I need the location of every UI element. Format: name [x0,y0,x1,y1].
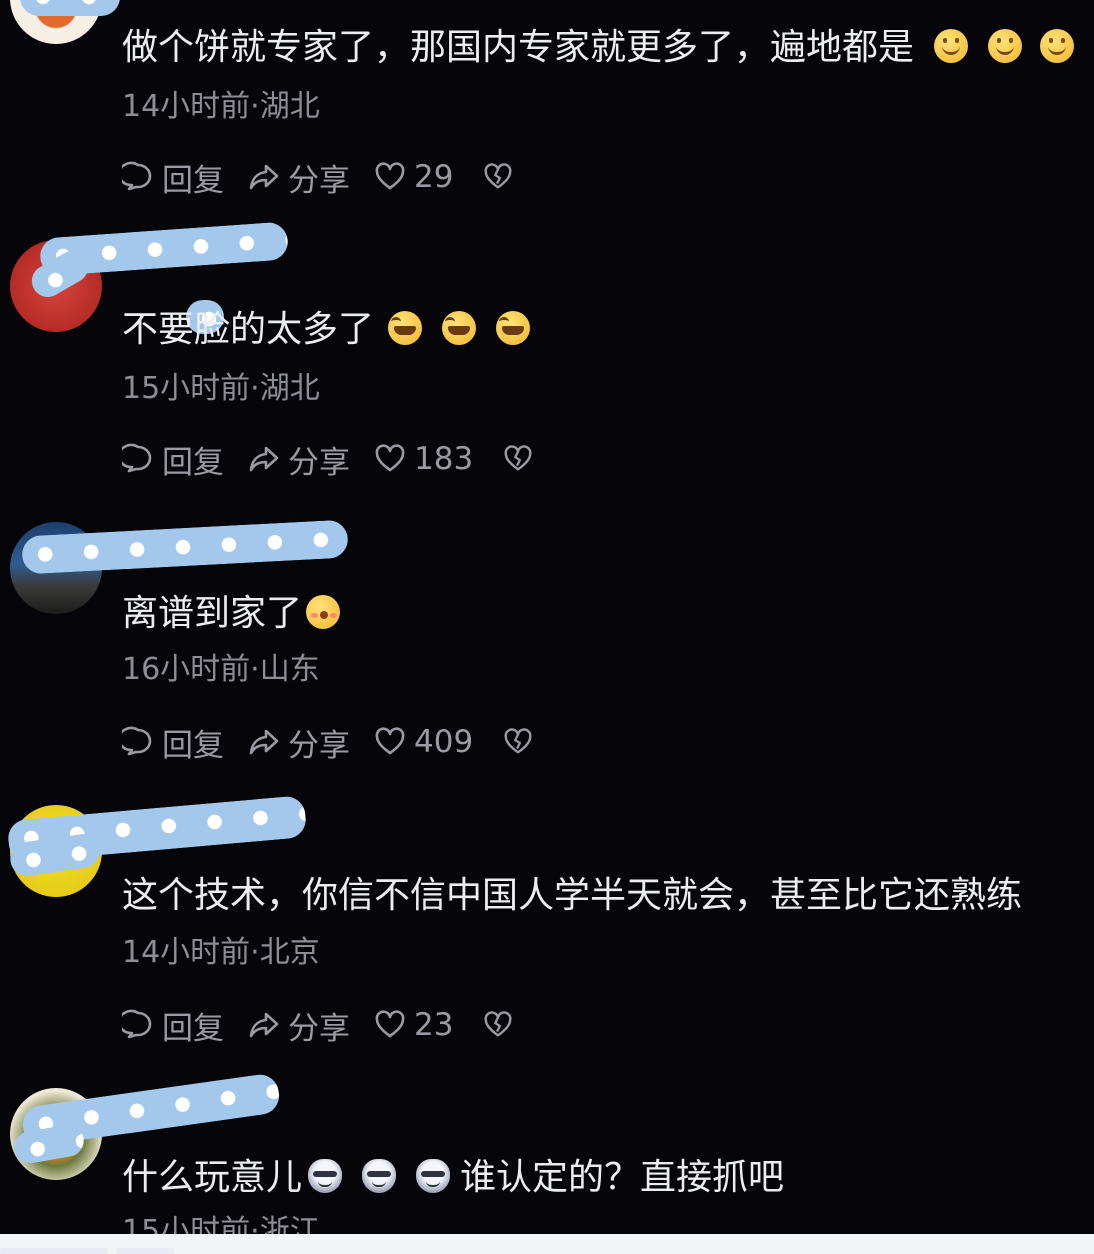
heart-outline-icon [375,1010,405,1038]
share-button[interactable]: 分享 [248,437,350,482]
dislike-button[interactable] [483,1010,513,1040]
cat-emoji-icon [416,1159,451,1193]
heart-outline-icon [375,444,405,472]
cat-emoji-icon [362,1159,397,1193]
comment-text: 做个饼就专家了，那国内专家就更多了，遍地都是 [122,26,1075,70]
bottom-tab [0,1248,108,1254]
comment-actions: 回复 分享 183 [122,437,557,482]
comment-meta: 16小时前·山东 [122,652,320,687]
comment-list: 做个饼就专家了，那国内专家就更多了，遍地都是 14小时前·湖北 回复 分享 29 [0,0,1094,1234]
broken-heart-icon [504,728,532,754]
comment-text: 离谱到家了 [122,592,341,636]
share-arrow-icon [249,164,279,190]
dislike-button[interactable] [503,727,533,757]
comment-meta: 15小时前·湖北 [122,371,320,406]
comment-meta: 14小时前·北京 [122,935,320,970]
dislike-button[interactable] [503,444,533,474]
share-button[interactable]: 分享 [248,155,350,200]
like-button[interactable]: 29 [374,159,453,195]
broken-heart-icon [504,445,532,471]
share-button[interactable]: 分享 [248,720,350,765]
smile-emoji-icon [988,29,1023,63]
crying-emoji-icon [388,311,423,345]
kissing-emoji-icon [306,595,341,629]
like-button[interactable]: 183 [374,441,473,477]
crying-emoji-icon [496,311,531,345]
heart-outline-icon [375,727,405,755]
share-button[interactable]: 分享 [248,1003,350,1048]
comment-text: 这个技术，你信不信中国人学半天就会，甚至比它还熟练 [122,875,1023,916]
reply-button[interactable]: 回复 [122,720,224,765]
comment-bubble-icon [122,1009,152,1039]
like-button[interactable]: 23 [374,1007,453,1043]
comment-actions: 回复 分享 23 [122,1003,537,1048]
like-button[interactable]: 409 [374,724,473,760]
comment-actions: 回复 分享 29 [122,155,537,200]
crying-emoji-icon [442,311,477,345]
comment-text: 什么玩意儿 谁认定的？直接抓吧 [122,1157,785,1198]
comment-actions: 回复 分享 409 [122,720,557,765]
share-arrow-icon [249,729,279,755]
bottom-tab [116,1248,174,1254]
comment-bubble-icon [122,161,152,191]
dislike-button[interactable] [483,162,513,192]
heart-outline-icon [375,162,405,190]
broken-heart-icon [484,1011,512,1037]
reply-button[interactable]: 回复 [122,155,224,200]
reply-button[interactable]: 回复 [122,437,224,482]
smile-emoji-icon [934,29,969,63]
censored-username [20,0,120,16]
reply-button[interactable]: 回复 [122,1003,224,1048]
comment-bubble-icon [122,443,152,473]
comment-bubble-icon [122,726,152,756]
share-arrow-icon [249,446,279,472]
cat-emoji-icon [308,1159,343,1193]
comment-meta: 14小时前·湖北 [122,89,320,124]
smile-emoji-icon [1040,29,1075,63]
broken-heart-icon [484,163,512,189]
share-arrow-icon [249,1012,279,1038]
comment-meta: 15小时前·浙江 [122,1214,320,1234]
comment-text: 不要脸的太多了 [122,308,531,352]
